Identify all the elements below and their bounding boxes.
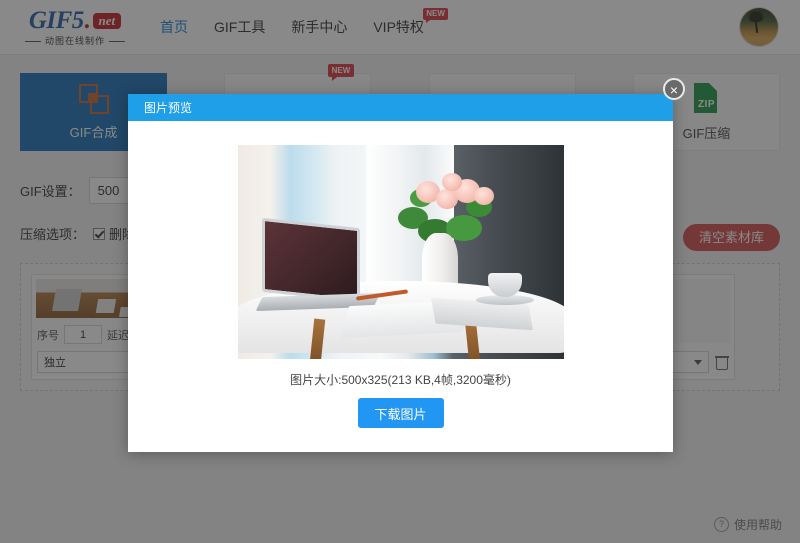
close-icon[interactable]: × bbox=[663, 78, 685, 100]
modal-title: 图片预览 bbox=[144, 101, 193, 115]
preview-image-scene bbox=[237, 145, 564, 359]
image-preview-modal: 图片预览 × 图片大小:500x325(213 KB,4帧,3200毫秒) 下载… bbox=[128, 78, 685, 452]
preview-image-caption: 图片大小:500x325(213 KB,4帧,3200毫秒) bbox=[290, 373, 511, 387]
modal-header: 图片预览 bbox=[128, 94, 673, 121]
modal-body: 图片大小:500x325(213 KB,4帧,3200毫秒) 下载图片 bbox=[128, 121, 673, 428]
download-image-button[interactable]: 下载图片 bbox=[357, 398, 444, 428]
preview-image bbox=[237, 145, 564, 359]
